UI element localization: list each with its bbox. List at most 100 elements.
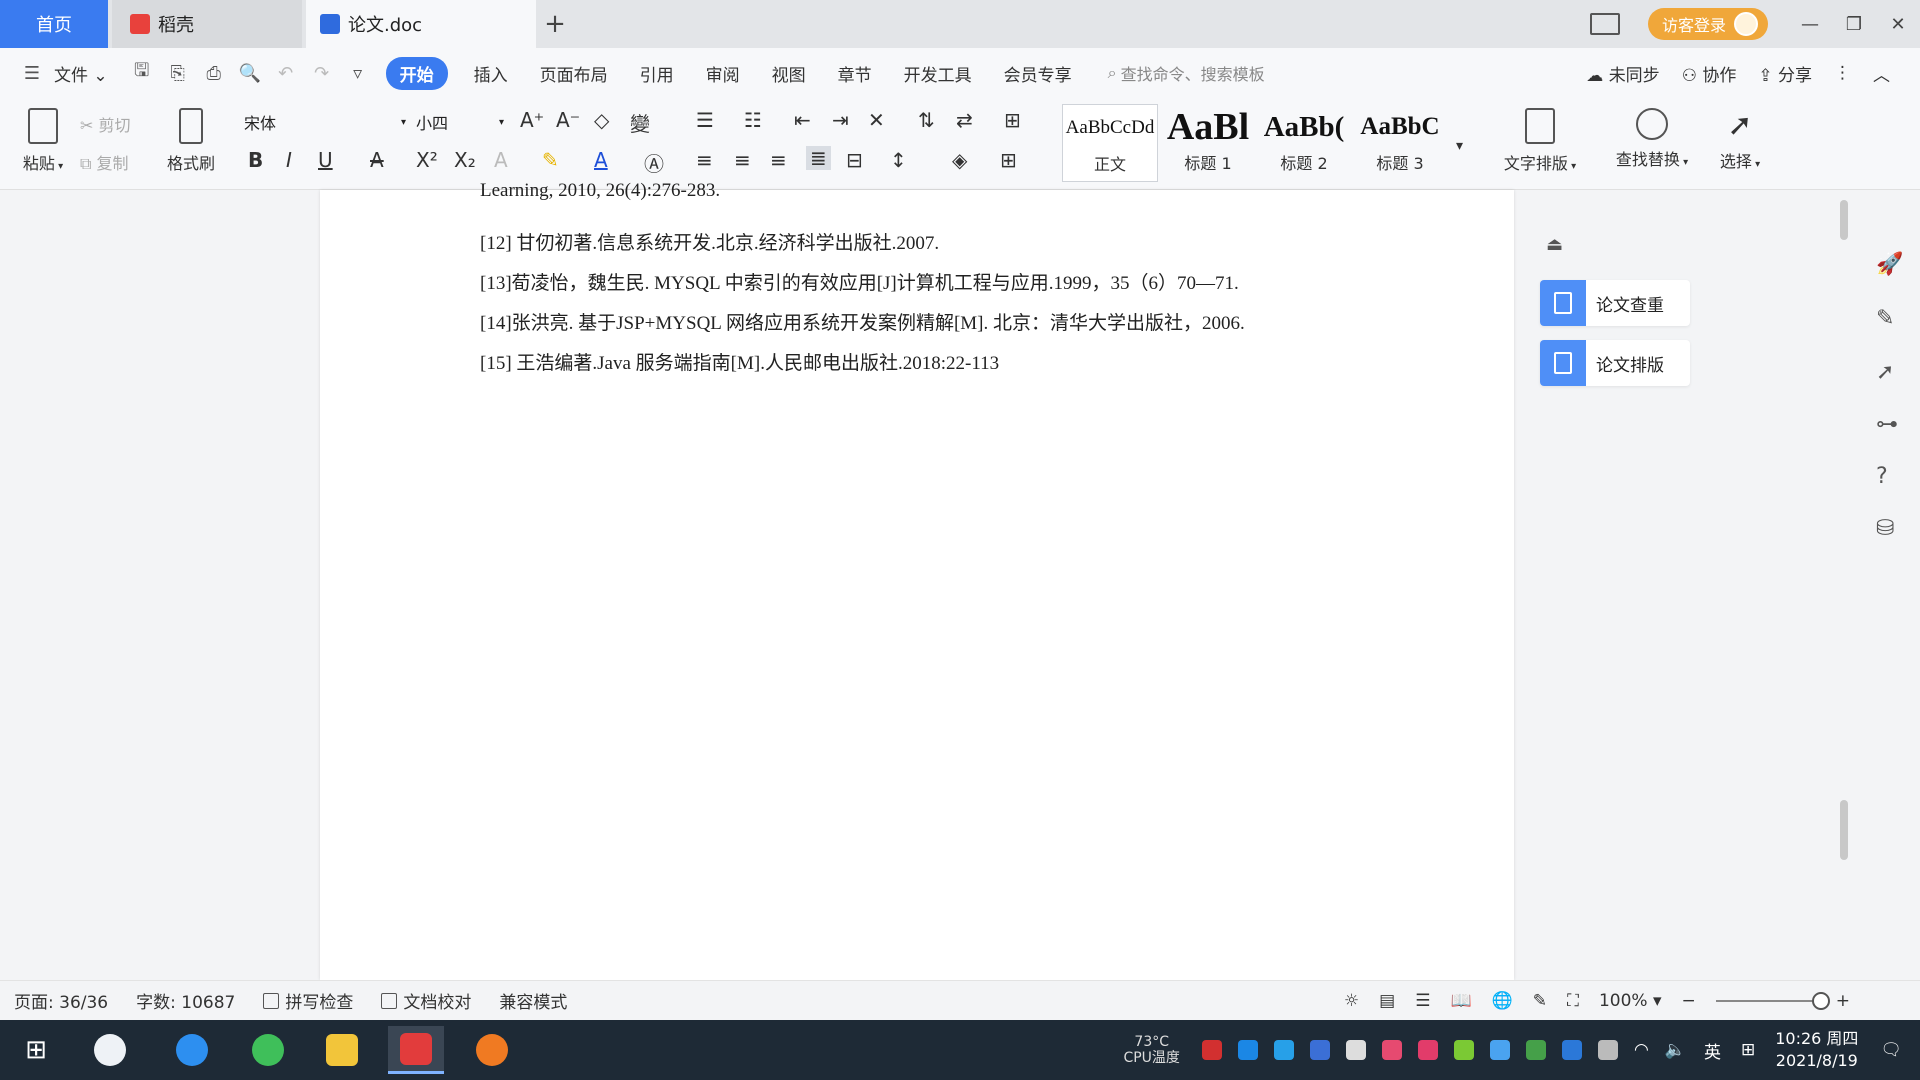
tray-app-icon[interactable] — [1489, 1040, 1510, 1060]
output-pdf-icon[interactable]: ⎘ — [160, 63, 196, 84]
reading-view-icon[interactable]: 📖 — [1450, 991, 1471, 1011]
sync-status[interactable]: ☁ 未同步 — [1586, 61, 1659, 86]
tray-app-icon[interactable] — [1273, 1040, 1294, 1060]
menu-developer[interactable]: 开发工具 — [888, 61, 988, 86]
bluetooth-icon[interactable] — [1561, 1040, 1582, 1060]
page-count[interactable]: 页面: 36/36 — [14, 988, 108, 1013]
shield-icon[interactable] — [1309, 1040, 1330, 1060]
more-icon[interactable]: ⋮ — [1834, 63, 1851, 83]
guest-login-button[interactable]: 访客登录 — [1647, 8, 1768, 40]
tab-document[interactable]: 论文.doc — [306, 0, 536, 48]
minimize-icon[interactable]: — — [1788, 14, 1832, 35]
text-layout-button[interactable]: 文字排版 ▾ — [1490, 108, 1590, 174]
close-icon[interactable]: ✕ — [1876, 14, 1920, 35]
tab-daoke[interactable]: 稻壳 — [112, 0, 302, 48]
tab-home[interactable]: 首页 — [0, 0, 108, 48]
bullet-list-icon[interactable]: ☰ — [696, 108, 714, 132]
menu-page-layout[interactable]: 页面布局 — [524, 61, 624, 86]
line-spacing-icon[interactable]: ↕ — [890, 148, 907, 172]
redo-icon[interactable]: ↷ — [304, 63, 340, 84]
pointer-icon[interactable]: ➚ — [1876, 360, 1894, 385]
word-count[interactable]: 字数: 10687 — [136, 988, 235, 1013]
file-menu[interactable]: 文件 ⌄ — [50, 61, 124, 86]
outline-view-icon[interactable]: ☰ — [1415, 991, 1430, 1011]
menu-chapter[interactable]: 章节 — [822, 61, 888, 86]
menu-start[interactable]: 开始 — [385, 56, 448, 90]
save-icon[interactable]: 🖫 — [124, 58, 160, 88]
bold-icon[interactable]: B — [248, 148, 263, 172]
show-marks-icon[interactable]: ⊞ — [1004, 108, 1021, 132]
rocket-icon[interactable]: 🚀 — [1876, 252, 1903, 277]
help-icon[interactable]: ? — [1876, 464, 1888, 489]
taskbar-app-browser[interactable] — [240, 1026, 296, 1074]
font-color-icon[interactable]: A — [594, 148, 608, 172]
justify-icon[interactable]: ≣ — [806, 146, 831, 170]
zoom-level[interactable]: 100% ▾ — [1599, 991, 1662, 1011]
share-button[interactable]: ⇪ 分享 — [1758, 61, 1812, 86]
print-icon[interactable]: ⎙ — [196, 63, 232, 84]
page-view-icon[interactable]: ▤ — [1379, 991, 1395, 1011]
taskbar-app-wps[interactable] — [388, 1026, 444, 1074]
text-direction-icon[interactable]: ⇄ — [956, 108, 973, 132]
shrink-font-icon[interactable]: A⁻ — [556, 108, 580, 132]
write-mode-icon[interactable]: ✎ — [1533, 991, 1547, 1011]
web-view-icon[interactable]: 🌐 — [1492, 991, 1513, 1011]
zoom-slider[interactable] — [1715, 992, 1830, 1010]
superscript-icon[interactable]: X² — [416, 148, 438, 172]
cpu-temperature[interactable]: 73°C CPU温度 — [1123, 1034, 1179, 1066]
align-center-icon[interactable]: ≡ — [734, 148, 751, 172]
nvidia-icon[interactable] — [1525, 1040, 1546, 1060]
taskbar-app-recorder[interactable] — [464, 1026, 520, 1074]
increase-indent-icon[interactable]: ⇥ — [832, 108, 849, 132]
grow-font-icon[interactable]: A⁺ — [520, 108, 544, 132]
zoom-slider-thumb[interactable] — [1811, 992, 1830, 1010]
format-painter-button[interactable]: 格式刷 — [160, 108, 222, 174]
adjust-icon[interactable]: ⊶ — [1876, 412, 1898, 437]
scrollbar-thumb[interactable] — [1840, 800, 1848, 860]
style-heading-1[interactable]: AaBl 标题 1 — [1160, 104, 1256, 182]
collapse-panel-icon[interactable]: ⏏ — [1546, 234, 1563, 255]
pen-icon[interactable]: ✎ — [1876, 306, 1894, 331]
zoom-in-icon[interactable]: + — [1836, 991, 1850, 1011]
cut-button[interactable]: ✂ 剪切 — [80, 112, 131, 136]
vertical-scrollbar[interactable] — [1836, 200, 1850, 980]
window-layout-icon[interactable] — [1589, 13, 1620, 35]
volume-icon[interactable]: 🔈 — [1665, 1040, 1686, 1060]
sort-icon[interactable]: ⇅ — [918, 108, 935, 132]
distributed-icon[interactable]: ⊟ — [846, 148, 863, 172]
tray-app-icon[interactable] — [1417, 1040, 1438, 1060]
zoom-out-icon[interactable]: − — [1682, 991, 1696, 1011]
keyboard-layout-icon[interactable]: ⊞ — [1741, 1040, 1755, 1060]
style-normal[interactable]: AaBbCcDd 正文 — [1062, 104, 1158, 182]
thesis-check-button[interactable]: 论文查重 — [1540, 280, 1690, 326]
input-language[interactable]: 英 — [1704, 1038, 1721, 1063]
phonetic-guide-icon[interactable]: 變 — [630, 108, 650, 137]
underline-icon[interactable]: U — [318, 148, 333, 172]
style-heading-3[interactable]: AaBbC 标题 3 — [1352, 104, 1448, 182]
subscript-icon[interactable]: X₂ — [454, 148, 476, 172]
style-heading-2[interactable]: AaBb( 标题 2 — [1256, 104, 1352, 182]
start-button[interactable]: ⊞ — [8, 1026, 64, 1074]
document-proofread[interactable]: 文档校对 — [381, 988, 471, 1013]
shading-icon[interactable]: ◈ — [952, 148, 967, 172]
battery-icon[interactable] — [1597, 1040, 1618, 1060]
find-replace-button[interactable]: 查找替换 ▾ — [1602, 108, 1702, 170]
decrease-indent-icon[interactable]: ⇤ — [794, 108, 811, 132]
menu-insert[interactable]: 插入 — [458, 61, 524, 86]
undo-icon[interactable]: ↶ — [268, 63, 304, 84]
spell-check[interactable]: 拼写检查 — [263, 988, 353, 1013]
clear-format-icon[interactable]: ◇ — [594, 108, 609, 132]
wifi-icon[interactable]: ◠ — [1634, 1040, 1649, 1060]
font-size-select[interactable]: 小四 ▾ — [412, 108, 508, 136]
taskbar-clock[interactable]: 10:26 周四 2021/8/19 — [1775, 1028, 1858, 1072]
style-gallery-more-icon[interactable]: ▾ — [1456, 138, 1463, 154]
backup-icon[interactable]: ⛁ — [1876, 516, 1894, 541]
text-effect-icon[interactable]: A — [494, 148, 508, 172]
notification-bell-icon[interactable] — [1345, 1040, 1366, 1060]
customize-toolbar-icon[interactable]: ▿ — [340, 63, 376, 84]
fit-page-icon[interactable]: ⛶ — [1567, 991, 1579, 1011]
taskbar-app-pinwheel[interactable] — [82, 1026, 138, 1074]
highlight-icon[interactable]: ✎ — [542, 148, 559, 172]
action-center-icon[interactable]: 🗨 — [1880, 1040, 1902, 1060]
tray-app-icon[interactable] — [1201, 1040, 1222, 1060]
